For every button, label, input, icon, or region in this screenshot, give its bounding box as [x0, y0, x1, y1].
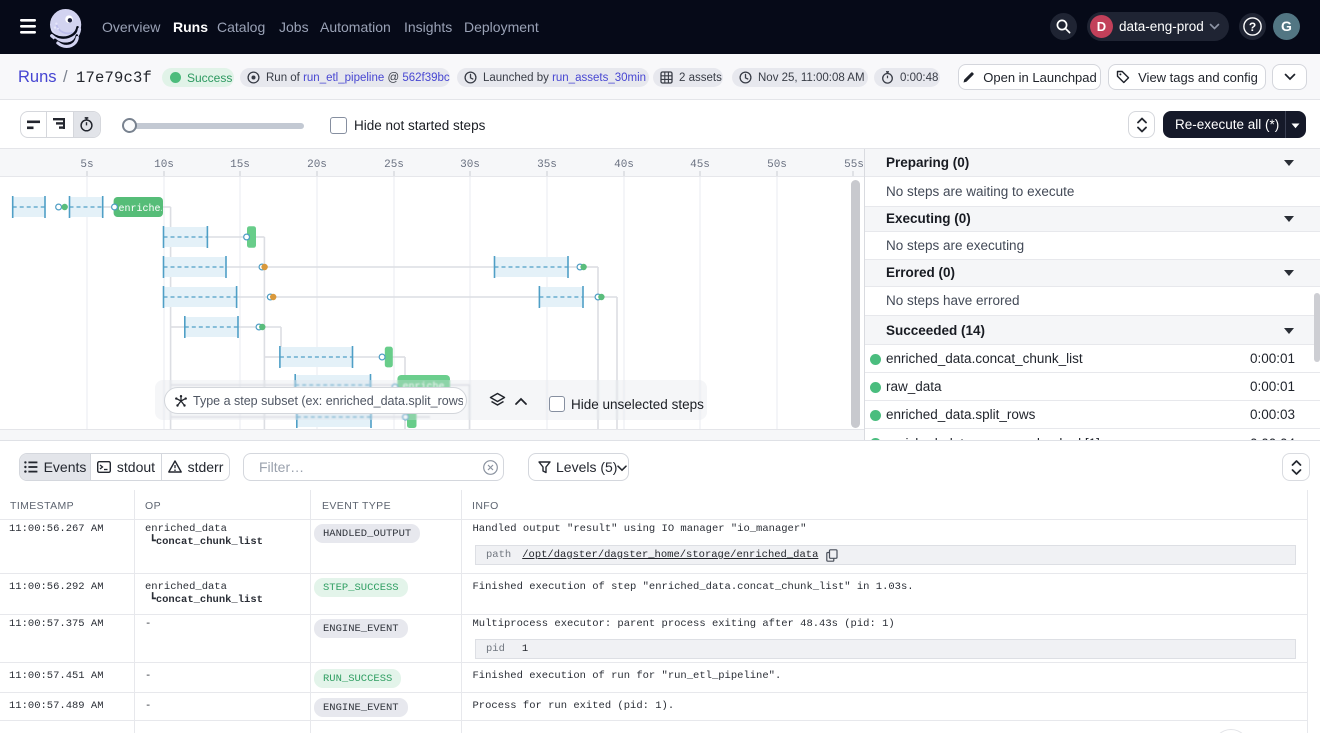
- svg-text:15s: 15s: [230, 159, 250, 171]
- svg-text:45s: 45s: [690, 159, 710, 171]
- svg-text:55s: 55s: [844, 159, 864, 171]
- svg-text:30s: 30s: [460, 159, 480, 171]
- svg-text:5s: 5s: [80, 159, 93, 171]
- svg-text:25s: 25s: [384, 159, 404, 171]
- svg-text:40s: 40s: [614, 159, 634, 171]
- svg-text:50s: 50s: [767, 159, 787, 171]
- svg-text:10s: 10s: [154, 159, 174, 171]
- svg-text:35s: 35s: [537, 159, 557, 171]
- svg-text:enriche…: enriche…: [119, 203, 167, 215]
- svg-text:20s: 20s: [307, 159, 327, 171]
- svg-text:?: ?: [1249, 20, 1256, 34]
